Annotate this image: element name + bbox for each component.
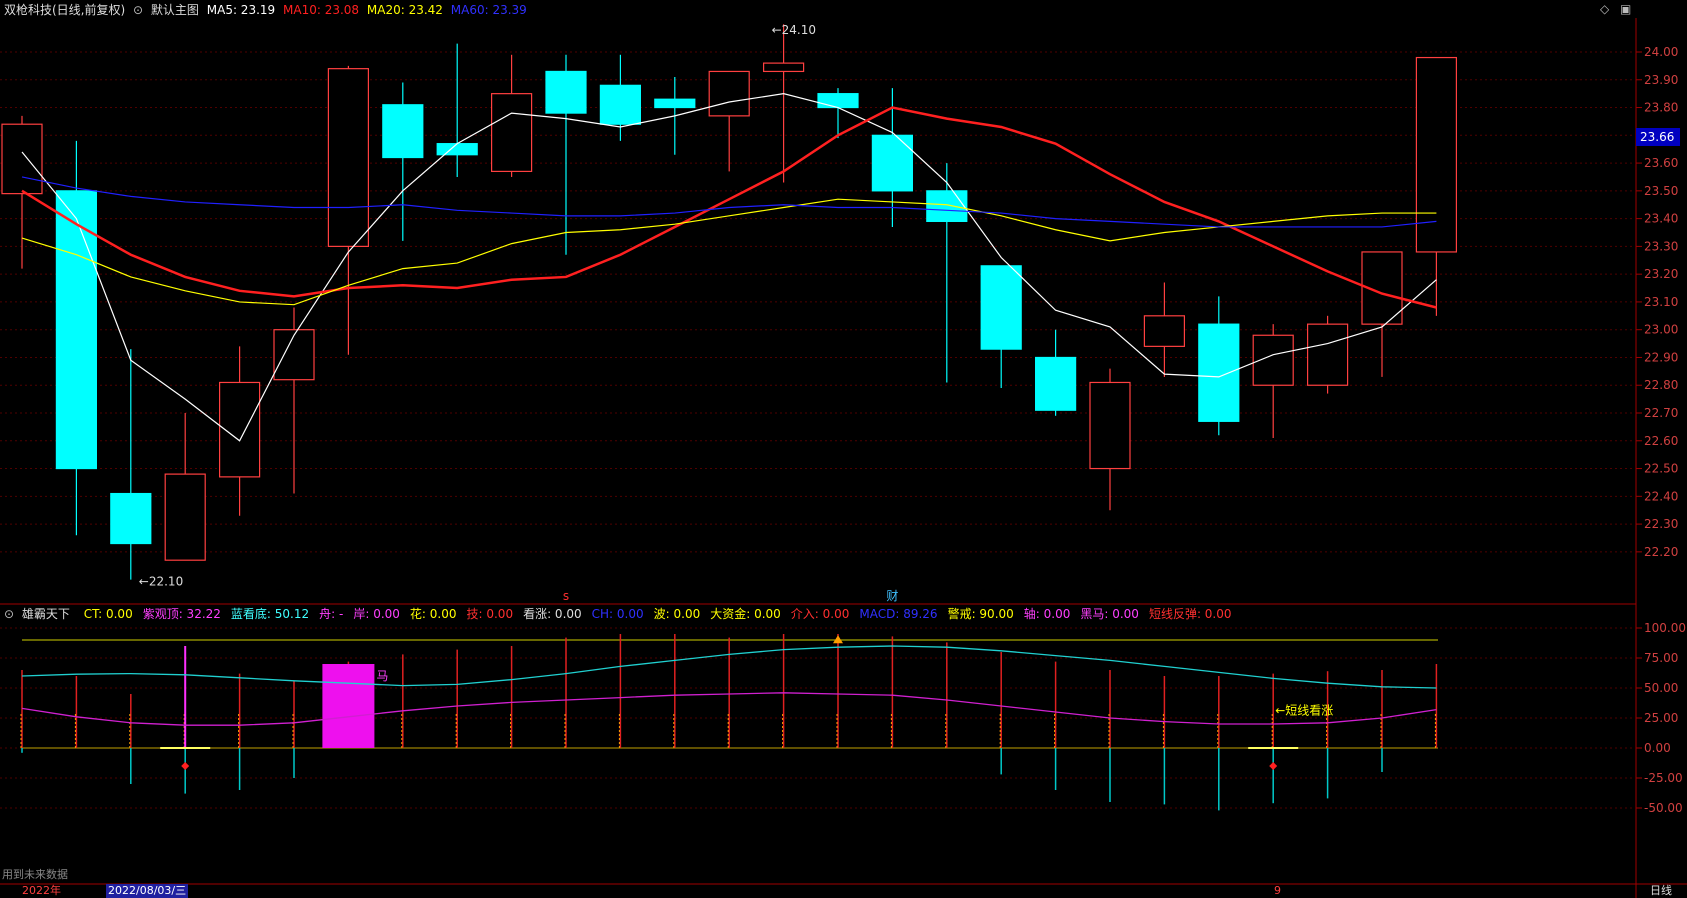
indicator-value: 技: 0.00 <box>466 607 514 621</box>
y-tick-label: 23.90 <box>1644 73 1678 87</box>
y-tick-label: 75.00 <box>1644 651 1678 665</box>
cursor-date: 2022/08/03/三 <box>106 884 189 898</box>
y-tick-label: 23.40 <box>1644 212 1678 226</box>
magenta-block <box>322 664 375 748</box>
diamond-icon[interactable]: ◇ <box>1600 2 1609 16</box>
indicator-value: 花: 0.00 <box>409 607 457 621</box>
indicator-name[interactable]: 雄霸天下 <box>22 607 70 621</box>
year-label: 2022年 <box>22 884 61 897</box>
indicator-value: 蓝看底: 50.12 <box>230 607 310 621</box>
y-tick-label: 22.80 <box>1644 378 1678 392</box>
red-diamond-icon <box>181 762 190 770</box>
candle-body <box>545 70 587 114</box>
candle-body <box>762 62 805 73</box>
indicator-value: 轴: 0.00 <box>1023 607 1071 621</box>
y-tick-label: 23.30 <box>1644 239 1678 253</box>
ma5-value: MA5: 23.19 <box>206 3 276 17</box>
y-tick-label: 22.70 <box>1644 406 1678 420</box>
indicator-value: MACD: 89.26 <box>859 607 938 621</box>
indicator-value: 岸: 0.00 <box>353 607 400 621</box>
indicator-value: 介入: 0.00 <box>790 607 850 621</box>
candle-body <box>273 329 315 381</box>
y-tick-label: 22.50 <box>1644 462 1678 476</box>
y-tick-label: 23.20 <box>1644 267 1678 281</box>
candle-body <box>491 93 533 173</box>
ma20-value: MA20: 23.42 <box>366 3 443 17</box>
indicator-value: 看涨: 0.00 <box>523 607 582 621</box>
circle-down-icon[interactable]: ⊙ <box>4 607 14 621</box>
current-price-label: 23.66 <box>1640 130 1674 144</box>
indicator-value: 大资金: 0.00 <box>710 607 781 621</box>
main-chart-header: 双枪科技(日线,前复权) ⊙ 默认主图 MA5: 23.19 MA10: 23.… <box>4 0 531 20</box>
orange-arrow-icon <box>833 635 843 644</box>
y-tick-label: 22.90 <box>1644 350 1678 364</box>
y-tick-label: 100.00 <box>1644 621 1686 635</box>
candle-body <box>1198 323 1240 422</box>
y-tick-label: 25.00 <box>1644 711 1678 725</box>
candle-body <box>382 104 424 159</box>
y-tick-label: 22.40 <box>1644 489 1678 503</box>
kline-chart[interactable]: 22.20 22.30 22.40 22.50 22.60 22.70 22.80 22.90… <box>0 0 1687 898</box>
high-price-label: ←24.10 <box>772 23 816 37</box>
candle-body <box>110 492 152 545</box>
red-diamond-icon <box>1269 762 1278 770</box>
indicator-value: 紫观顶: 32.22 <box>142 607 221 621</box>
indicator-value: 警戒: 90.00 <box>947 607 1014 621</box>
indicator-value: 波: 0.00 <box>653 607 701 621</box>
period-tab[interactable]: 日线 <box>1650 884 1672 898</box>
y-tick-label: 23.50 <box>1644 184 1678 198</box>
circle-down-icon[interactable]: ⊙ <box>133 3 143 17</box>
y-tick-label: 22.60 <box>1644 434 1678 448</box>
indicator-value: 舟: - <box>319 607 344 621</box>
candle-body <box>817 93 859 109</box>
stock-title[interactable]: 双枪科技(日线,前复权) <box>4 3 125 17</box>
candle-body <box>1089 381 1131 470</box>
candle-body <box>708 70 750 117</box>
candle-body <box>436 143 478 156</box>
ma60-value: MA60: 23.39 <box>450 3 527 17</box>
y-tick-label: 23.10 <box>1644 295 1678 309</box>
candle-body <box>1306 323 1349 386</box>
indicator-value: 黑马: 0.00 <box>1080 607 1139 621</box>
main-chart-label[interactable]: 默认主图 <box>151 3 199 17</box>
short-bull-label: ←短线看涨 <box>1275 702 1333 717</box>
candle-body <box>164 473 206 561</box>
low-price-label: ←22.10 <box>139 575 183 589</box>
y-tick-label: 50.00 <box>1644 681 1678 695</box>
candle-body <box>1034 356 1077 411</box>
candle-body <box>871 134 914 192</box>
month-mark: 9 <box>1274 884 1281 897</box>
candle-body <box>654 98 696 109</box>
y-tick-label: -50.00 <box>1644 801 1683 815</box>
candle-body <box>327 68 369 247</box>
ma10-value: MA10: 23.08 <box>283 3 360 17</box>
signal-cai-marker: 财 <box>886 589 898 603</box>
y-tick-label: -25.00 <box>1644 771 1683 785</box>
indicator-value: CH: 0.00 <box>591 607 644 621</box>
y-tick-label: 23.60 <box>1644 156 1678 170</box>
candle-body <box>926 190 968 222</box>
indicator-value: CT: 0.00 <box>83 607 133 621</box>
panel-toggle-icon[interactable]: ▣ <box>1620 2 1631 16</box>
y-tick-label: 22.20 <box>1644 545 1678 559</box>
candle-body <box>599 84 642 125</box>
candle-body <box>1143 315 1186 347</box>
y-tick-label: 24.00 <box>1644 45 1678 59</box>
indicator-header: ⊙ 雄霸天下 CT: 0.00 紫观顶: 32.22 蓝看底: 50.12 舟: - 岸… <box>4 604 1236 624</box>
ma-fragment-label: 马 <box>376 669 388 683</box>
y-tick-label: 23.80 <box>1644 101 1678 115</box>
signal-s-marker: s <box>563 589 569 603</box>
candle-body <box>1 123 43 195</box>
ma-line-ma60 <box>21 176 1437 228</box>
y-tick-label: 23.00 <box>1644 323 1678 337</box>
y-tick-label: 0.00 <box>1644 741 1671 755</box>
indicator-value: 短线反弹: 0.00 <box>1148 607 1232 621</box>
future-data-note: 用到未来数据 <box>2 868 68 881</box>
y-tick-label: 22.30 <box>1644 517 1678 531</box>
candle-body <box>980 265 1022 350</box>
